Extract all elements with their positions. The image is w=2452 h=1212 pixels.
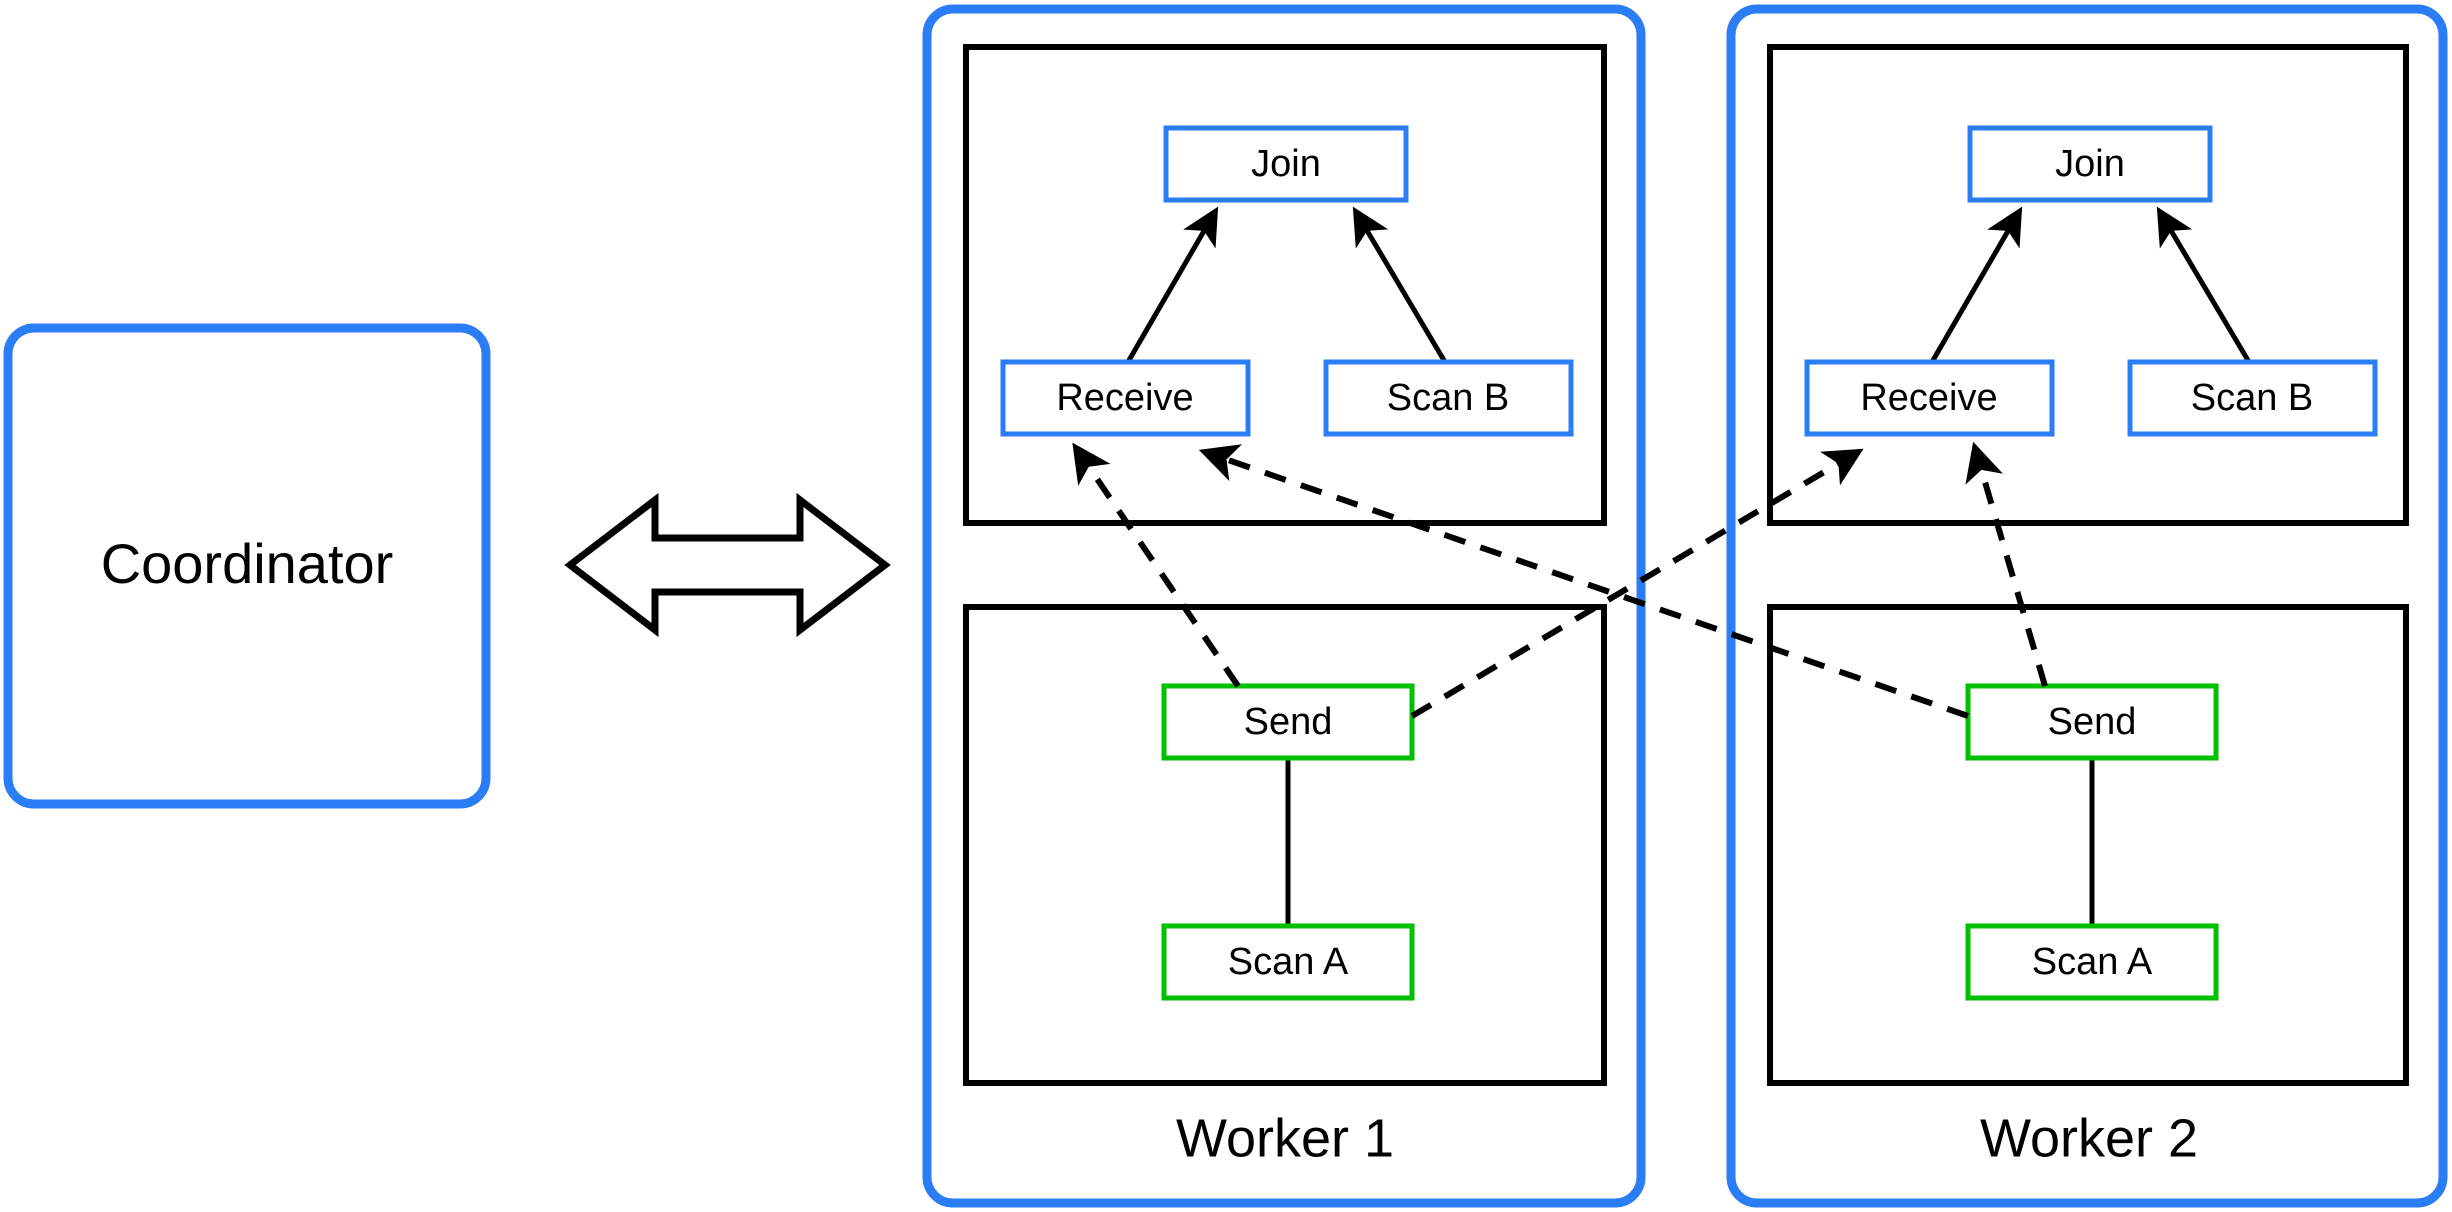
worker-2-node-send[interactable]: Send: [1965, 683, 2219, 761]
worker-2-node-scan-a[interactable]: Scan A: [1965, 923, 2219, 1001]
worker-1-group[interactable]: Join Receive Scan B Send Scan A Worker 1: [922, 4, 1646, 1208]
worker-1-label: Worker 1: [1176, 1108, 1394, 1168]
coordinator-group[interactable]: Coordinator: [3, 323, 491, 809]
worker-2-send-label: Send: [2048, 701, 2137, 743]
worker-1-node-scan-a[interactable]: Scan A: [1161, 923, 1415, 1001]
worker-1-node-scan-b[interactable]: Scan B: [1323, 359, 1574, 437]
diagram-canvas: Coordinator Join Receive Scan B Send Sca…: [0, 0, 2452, 1212]
worker-2-node-join[interactable]: Join: [1967, 125, 2213, 203]
worker-2-scan-b-label: Scan B: [2191, 377, 2314, 419]
worker-1-node-send[interactable]: Send: [1161, 683, 1415, 761]
worker-2-scan-a-label: Scan A: [2032, 941, 2153, 983]
worker-2-label: Worker 2: [1980, 1108, 2198, 1168]
worker-1-node-receive[interactable]: Receive: [1000, 359, 1251, 437]
worker-1-scan-b-label: Scan B: [1387, 377, 1510, 419]
worker-2-join-label: Join: [2055, 143, 2125, 185]
worker-2-node-scan-b[interactable]: Scan B: [2127, 359, 2378, 437]
worker-1-scan-a-label: Scan A: [1228, 941, 1349, 983]
worker-1-send-label: Send: [1244, 701, 1333, 743]
distributed-plan-diagram: Coordinator Join Receive Scan B Send Sca…: [3, 4, 2448, 1208]
worker-2-node-receive[interactable]: Receive: [1804, 359, 2055, 437]
coordinator-label: Coordinator: [101, 532, 394, 595]
worker-1-node-join[interactable]: Join: [1163, 125, 1409, 203]
coordinator-worker-link[interactable]: [564, 492, 891, 638]
worker-1-receive-label: Receive: [1056, 377, 1193, 419]
bidirectional-arrow-icon[interactable]: [564, 492, 891, 638]
worker-2-group[interactable]: Join Receive Scan B Send Scan A Worker 2: [1726, 4, 2448, 1208]
worker-1-join-label: Join: [1251, 143, 1321, 185]
worker-2-receive-label: Receive: [1860, 377, 1997, 419]
